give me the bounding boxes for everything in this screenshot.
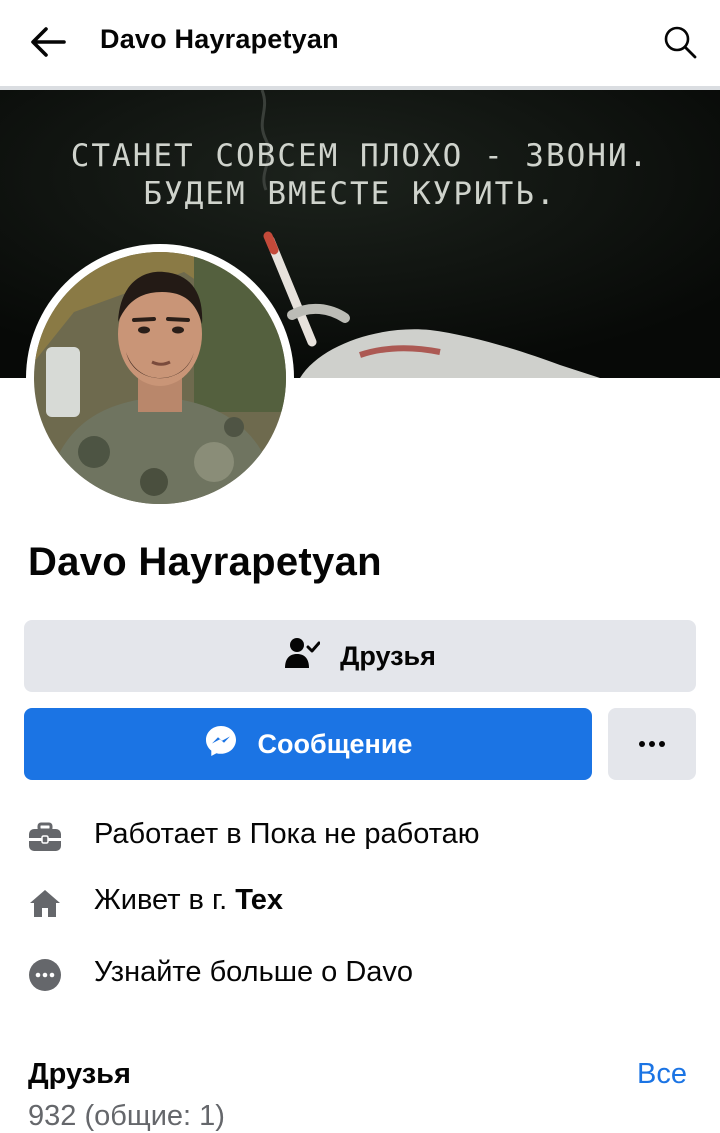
friends-see-all-link[interactable]: Все <box>637 1058 687 1091</box>
intro-home-text: Живет в г. Tex <box>94 884 283 917</box>
more-options-button[interactable] <box>608 708 696 780</box>
search-button[interactable] <box>660 22 700 62</box>
profile-name: Davo Hayrapetyan <box>28 540 382 584</box>
message-button[interactable]: Сообщение <box>24 708 592 780</box>
messenger-icon <box>204 724 238 765</box>
intro-see-more-text: Узнайте больше о Davo <box>94 956 414 988</box>
friend-check-icon <box>284 635 321 678</box>
arrow-left-icon <box>31 27 66 57</box>
cover-caption-line1: СТАНЕТ СОВСЕМ ПЛОХО - ЗВОНИ. <box>70 138 650 174</box>
back-button[interactable] <box>26 22 70 62</box>
friends-section-title: Друзья <box>28 1058 131 1090</box>
friends-count: 932 (общие: 1) <box>28 1100 225 1132</box>
avatar-photo <box>34 252 286 504</box>
avatar <box>34 252 286 504</box>
page-title: Davo Hayrapetyan <box>100 24 339 54</box>
more-horizontal-icon <box>639 741 665 747</box>
intro-work-text: Работает в Пока не работаю <box>94 818 480 850</box>
intro-see-more-row[interactable]: Узнайте больше о Davo <box>28 954 688 994</box>
friends-button-label: Друзья <box>340 640 436 671</box>
briefcase-icon <box>28 820 62 854</box>
cover-caption-line2: БУДЕМ ВМЕСТЕ КУРИТЬ. <box>143 176 557 212</box>
intro-home-prefix: Живет в г. <box>94 884 236 916</box>
intro-work-row: Работает в Пока не работаю <box>28 816 688 856</box>
intro-home-row: Живет в г. Tex <box>28 882 688 922</box>
more-dots-icon <box>28 958 62 992</box>
intro-home-city[interactable]: Tex <box>235 884 283 916</box>
friends-button[interactable]: Друзья <box>24 620 696 692</box>
message-button-label: Сообщение <box>257 728 413 759</box>
profile-avatar[interactable] <box>26 244 294 512</box>
home-icon <box>28 886 62 920</box>
search-icon <box>664 26 697 59</box>
top-bar: Davo Hayrapetyan <box>0 0 720 86</box>
